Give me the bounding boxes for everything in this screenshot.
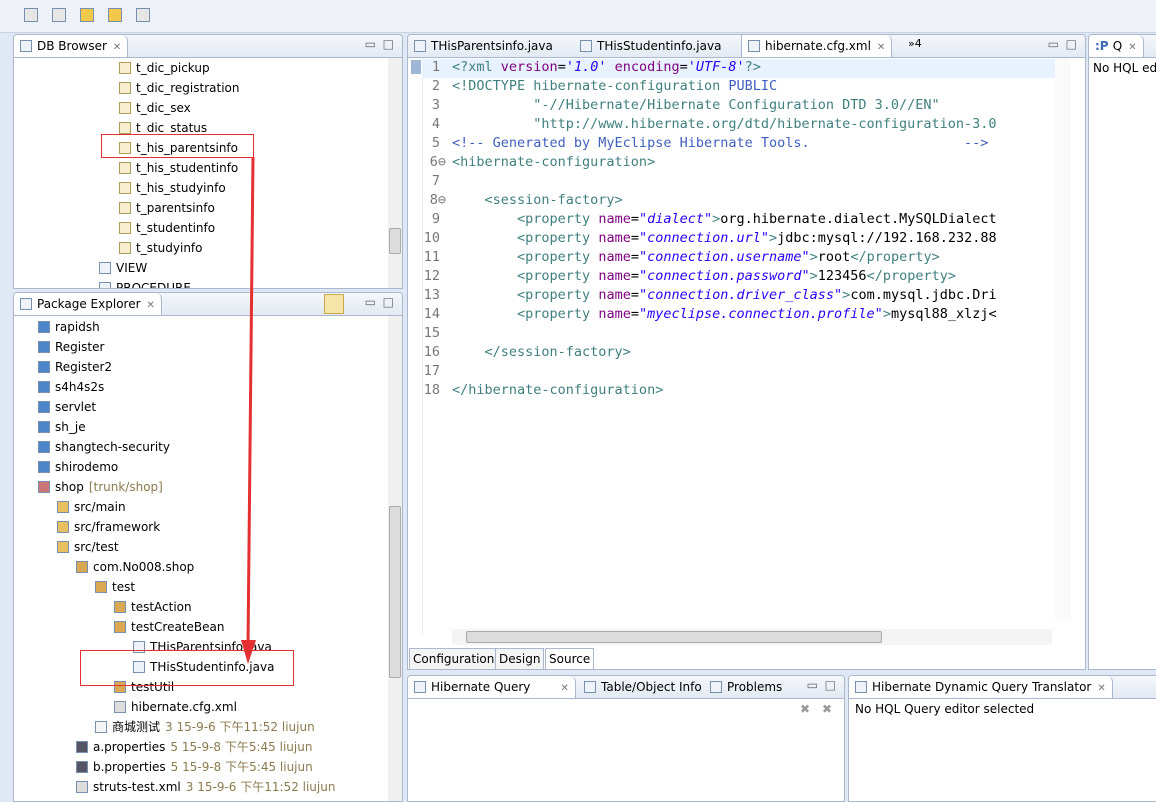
tab-q[interactable]: :P Q ✕ (1089, 35, 1144, 57)
code-line[interactable]: <property name="myeclipse.connection.pro… (452, 305, 997, 324)
code-line[interactable]: <property name="connection.password">123… (452, 267, 956, 286)
line-number: 16 (423, 344, 440, 360)
java-file-icon (414, 40, 426, 52)
code-line[interactable]: <session-factory> (452, 191, 623, 210)
editor-tab[interactable]: THisParentsinfo.java (408, 35, 559, 57)
hibernate-query-tab[interactable]: Problems (704, 676, 788, 698)
line-number: 14 (423, 306, 440, 322)
code-line[interactable]: "-//Hibernate/Hibernate Configuration DT… (452, 96, 939, 115)
editor-mode-tab[interactable]: Configuration (409, 648, 499, 670)
maximize-icon[interactable]: □ (825, 678, 836, 692)
q-panel: :P Q ✕ No HQL ed (1088, 34, 1156, 670)
code-line[interactable]: "http://www.hibernate.org/dtd/hibernate-… (452, 115, 996, 134)
line-number: 3 (431, 97, 440, 113)
line-number: 6⊖ (429, 154, 446, 170)
close-icon[interactable]: ✕ (877, 42, 885, 53)
translator-panel: Hibernate Dynamic Query Translator ✕ No H… (848, 675, 1156, 802)
line-number: 4 (431, 116, 440, 132)
code-line[interactable]: <property name="connection.driver_class"… (452, 286, 997, 305)
maximize-icon[interactable]: □ (1066, 37, 1077, 51)
hibernate-query-tab[interactable]: Hibernate Query ✕ (408, 676, 576, 698)
xml-file-icon (748, 40, 760, 52)
code-line[interactable]: </session-factory> (452, 343, 631, 362)
minimize-icon[interactable]: ▭ (1048, 37, 1059, 51)
code-line[interactable]: <!-- Generated by MyEclipse Hibernate To… (452, 134, 988, 153)
code-line[interactable]: <property name="connection.username">roo… (452, 248, 940, 267)
line-number: 5 (431, 135, 440, 151)
close-icon[interactable]: ✕ (1097, 683, 1105, 694)
code-line[interactable]: <!DOCTYPE hibernate-configuration PUBLIC (452, 77, 777, 96)
clear-icon[interactable]: ✖ (800, 702, 810, 716)
tab-icon (414, 681, 426, 693)
tab-overflow[interactable]: »4 (908, 37, 922, 50)
java-file-icon (580, 40, 592, 52)
line-number: 11 (423, 249, 440, 265)
code-line[interactable]: <?xml version='1.0' encoding='UTF-8'?> (452, 58, 761, 77)
hibernate-query-tab[interactable]: Table/Object Info (578, 676, 708, 698)
close-icon[interactable]: ✕ (1128, 42, 1136, 53)
remove-all-icon[interactable]: ✖ (822, 702, 832, 716)
line-number: 2 (431, 78, 440, 94)
line-number: 8⊖ (429, 192, 446, 208)
line-number: 7 (431, 173, 440, 189)
editor-mode-tab[interactable]: Source (545, 648, 595, 670)
line-number: 12 (423, 268, 440, 284)
code-line[interactable]: <property name="connection.url">jdbc:mys… (452, 229, 997, 248)
line-number: 15 (423, 325, 440, 341)
line-number: 9 (431, 211, 440, 227)
line-number: 10 (423, 230, 440, 246)
line-number: 18 (423, 382, 440, 398)
minimize-icon[interactable]: ▭ (807, 678, 818, 692)
editor-tab[interactable]: hibernate.cfg.xml ✕ (741, 35, 893, 57)
line-number: 1 (431, 59, 440, 75)
code-line[interactable]: </hibernate-configuration> (452, 381, 663, 400)
tab-icon (710, 681, 722, 693)
tab-translator[interactable]: Hibernate Dynamic Query Translator ✕ (849, 676, 1113, 698)
horizontal-scrollbar[interactable] (452, 629, 1052, 645)
code-line[interactable]: <hibernate-configuration> (452, 153, 655, 172)
vertical-scrollbar[interactable] (1055, 58, 1071, 621)
tab-icon (584, 681, 596, 693)
editor-tab[interactable]: THisStudentinfo.java (574, 35, 727, 57)
editor-mode-tab[interactable]: Design (495, 648, 545, 670)
hibernate-icon (855, 681, 867, 693)
hibernate-query-panel: ▭ □ Hibernate Query ✕ Table/Object Info Pro… (407, 675, 845, 802)
line-number: 17 (423, 363, 440, 379)
close-icon[interactable]: ✕ (560, 683, 568, 694)
code-line[interactable]: <property name="dialect">org.hibernate.d… (452, 210, 997, 229)
q-panel-text: No HQL ed (1093, 61, 1156, 75)
line-number: 13 (423, 287, 440, 303)
translator-text: No HQL Query editor selected (855, 702, 1035, 716)
